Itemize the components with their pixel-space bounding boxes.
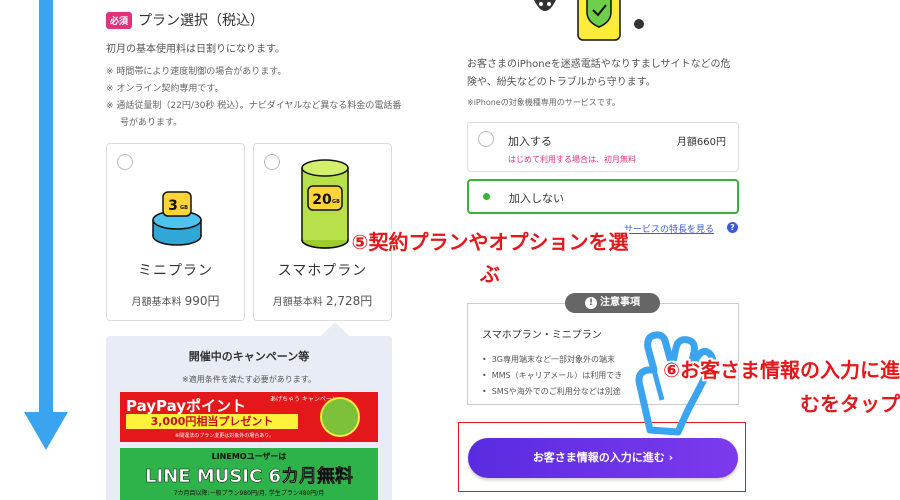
help-icon[interactable]: ? [727,222,738,233]
price-label: 月額基本料 [272,297,323,308]
plan-note: ※ オンライン契約専用です。 [106,84,224,94]
line-banner-foot: 7カ月目以降:一般プラン980円/月, 学生プラン480円/月 [173,490,325,497]
plan-radio-mini[interactable] [117,154,133,170]
sim-unit-label: GB [180,205,188,211]
scroll-arrow-shaft [39,0,53,420]
plan-price-smaho: 月額基本料 2,728円 [254,292,391,309]
plan-section-header: 必須 プラン選択（税込） [106,10,264,30]
line-music-campaign-banner[interactable]: LINEMOユーザーは LINE MUSIC 6カ月無料 7カ月目以降:一般プラ… [120,448,378,500]
plan-section-title: プラン選択（税込） [138,13,265,29]
caution-pill-label: 注意事項 [600,297,640,308]
option-no-join[interactable]: 加入しない [467,179,739,214]
option-join[interactable]: 加入する 月額660円 はじめて利用する場合は、初月無料 [467,122,739,172]
option-no-join-label: 加入しない [509,192,564,205]
campaign-title: 開催中のキャンペーン等 [188,350,310,363]
price-label: 月額基本料 [131,297,182,308]
mascot-icon [320,397,360,437]
plan-price-mini: 月額基本料 990円 [107,292,244,309]
annotation-step5: ⑤契約プランやオプションを選ぶ [351,230,629,286]
exclamation-icon: ! [585,297,597,309]
price-value: 2,728円 [325,294,373,308]
paypay-banner-present: 3,000円相当プレゼント [126,414,298,429]
sim-capacity-label: 20 [312,192,332,208]
service-target-note: ※iPhoneの対象機種専用のサービスです。 [467,98,620,107]
scroll-arrow-head [24,412,68,450]
plan-radio-smaho[interactable] [264,154,280,170]
plan-notes: ※ 時間帯により速度制御の場合があります。 ※ オンライン契約専用です。 ※ 通… [106,64,406,132]
sim-20gb-icon: 20 GB [301,159,349,249]
plan-note: ※ 通話従量制（22円/30秒 税込）。ナビダイヤルなど異なる料金の電話番号があ… [106,101,402,128]
shield-phone-icon [577,0,644,41]
line-banner-main: LINE MUSIC 6カ月無料 [145,466,353,488]
annotation-step6: ⑥お客さま情報の入力に進むをタップ [663,358,900,416]
option-join-note: はじめて利用する場合は、初月無料 [508,155,636,164]
option-no-join-radio-selected[interactable] [480,190,494,204]
option-join-radio[interactable] [478,131,494,147]
campaign-note: ※適用条件を満たす必要があります。 [182,375,316,384]
campaign-box: 開催中のキャンペーン等 ※適用条件を満たす必要があります。 PayPayポイント… [106,322,392,500]
caution-title: スマホプラン・ミニプラン [482,330,602,341]
face-icon [534,0,556,11]
plan-name-mini: ミニプラン [138,263,213,279]
option-join-label: 加入する [508,135,552,148]
plan-note: ※ 時間帯により速度制御の場合があります。 [106,67,287,77]
price-value: 990円 [184,294,220,308]
plan-note-main: 初月の基本使用料は日割りになります。 [106,44,285,55]
paypay-banner-footnote: ※間違法のプラン変更は対象外の場合あり。 [175,433,275,439]
sim-unit-label: GB [332,199,340,205]
paypay-campaign-banner[interactable]: PayPayポイント あげちゃう キャンペーン 3,000円相当プレゼント ※間… [120,392,378,442]
paypay-banner-title: PayPayポイント [126,397,247,415]
proceed-to-customer-info-button[interactable]: お客さま情報の入力に進む › [468,438,738,478]
service-features-link[interactable]: サービスの特長を見る [624,222,714,235]
required-badge: 必須 [106,11,133,29]
sim-3gb-icon: 3 GB [152,191,202,246]
sim-capacity-label: 3 [168,198,178,214]
option-join-price: 月額660円 [676,137,726,148]
plan-card-mini[interactable]: 3 GB ミニプラン 月額基本料 990円 [106,143,245,321]
line-banner-top: LINEMOユーザーは [211,452,287,461]
service-description: お客さまのiPhoneを迷惑電話やなりすましサイトなどの危険や、紛失などのトラブ… [467,59,731,88]
